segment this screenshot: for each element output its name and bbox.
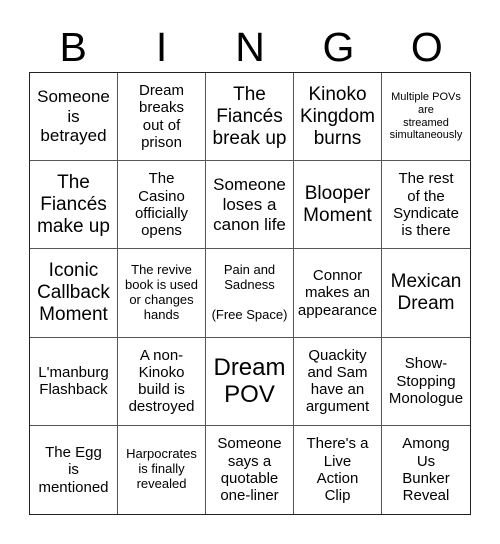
bingo-cell-text: Multiple POVs are streamed simultaneousl… [389,91,463,142]
bingo-cell[interactable]: Someone says a quotable one-liner [206,425,294,514]
header-letter-i: I [155,24,168,70]
header-letter-b: B [59,24,87,70]
bingo-cell[interactable]: Mexican Dream [382,249,470,338]
bingo-cell[interactable]: Kinoko Kingdom burns [294,73,382,162]
bingo-cell-text: Iconic Callback Moment [37,260,110,325]
bingo-cell[interactable]: Multiple POVs are streamed simultaneousl… [382,73,470,162]
bingo-cell-text: L'manburg Flashback [38,363,109,399]
bingo-cell[interactable]: The Egg is mentioned [30,425,118,514]
bingo-cell[interactable]: Dream breaks out of prison [118,73,206,162]
bingo-cell-text: Pain and Sadness (Free Space) [211,262,288,322]
bingo-cell-text: Someone loses a canon life [213,175,286,234]
bingo-cell-text: Dream POV [213,353,286,409]
bingo-cell-text: Someone is betrayed [37,87,110,146]
bingo-cell-text: Dream breaks out of prison [138,82,185,151]
header-letter-n: N [235,24,265,70]
bingo-cell-text: The rest of the Syndicate is there [393,170,459,240]
bingo-cell[interactable]: A non- Kinoko build is destroyed [118,337,206,426]
bingo-cell-text: Quackity and Sam have an argument [305,346,370,416]
bingo-cell-text: The Casino officially opens [134,170,189,240]
bingo-cell-text: The revive book is used or changes hands [125,262,198,322]
bingo-cell[interactable]: L'manburg Flashback [30,337,118,426]
bingo-cell[interactable]: Harpocrates is finally revealed [118,425,206,514]
bingo-cell-text: Show- Stopping Monologue [388,355,464,407]
bingo-cell[interactable]: The revive book is used or changes hands [118,249,206,338]
bingo-header: B I N G O [29,22,471,72]
bingo-cell-free-space[interactable]: Pain and Sadness (Free Space) [206,249,294,338]
bingo-cell[interactable]: Show- Stopping Monologue [382,338,470,426]
bingo-cell-text: Blooper Moment [303,182,372,226]
bingo-cell[interactable]: Someone is betrayed [30,73,118,162]
bingo-cell[interactable]: There's a Live Action Clip [294,425,382,514]
bingo-cell-text: Harpocrates is finally revealed [126,446,197,492]
bingo-cell[interactable]: Dream POV [206,337,294,426]
bingo-cell[interactable]: The Casino officially opens [118,161,206,250]
bingo-cell[interactable]: Quackity and Sam have an argument [294,337,382,426]
bingo-cell-text: Someone says a quotable one-liner [217,435,282,505]
bingo-cell-text: There's a Live Action Clip [306,435,369,505]
bingo-cell[interactable]: The rest of the Syndicate is there [382,161,470,250]
header-letter-o: O [410,24,443,70]
bingo-cell-text: Kinoko Kingdom burns [300,83,375,149]
header-letter-g: G [322,24,355,70]
bingo-cell-text: A non- Kinoko build is destroyed [128,346,195,416]
bingo-cell[interactable]: Among Us Bunker Reveal [382,426,470,514]
bingo-cell-text: The Fiancés make up [37,172,110,237]
bingo-cell[interactable]: Connor makes an appearance [294,249,382,338]
bingo-cell-text: Mexican Dream [390,271,462,314]
bingo-cell-text: Among Us Bunker Reveal [402,435,450,505]
bingo-cell[interactable]: Iconic Callback Moment [30,249,118,338]
bingo-cell-text: The Fiancés break up [212,83,287,149]
bingo-cell[interactable]: Someone loses a canon life [206,161,294,250]
bingo-card-grid: Someone is betrayed Dream breaks out of p… [29,72,471,515]
bingo-cell[interactable]: The Fiancés make up [30,161,118,250]
bingo-cell-text: Connor makes an appearance [297,267,378,319]
bingo-cell[interactable]: The Fiancés break up [206,73,294,162]
bingo-cell[interactable]: Blooper Moment [294,161,382,250]
bingo-cell-text: The Egg is mentioned [38,444,109,496]
